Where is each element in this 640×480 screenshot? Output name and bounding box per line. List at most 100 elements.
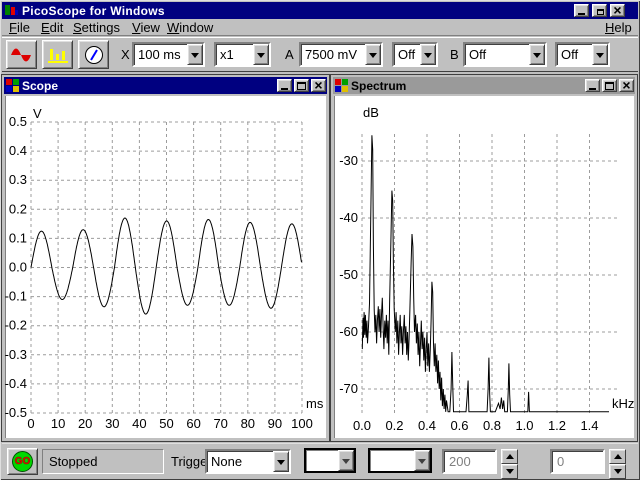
chevron-down-icon[interactable] — [273, 451, 289, 472]
y-tick-label: -60 — [339, 324, 358, 339]
menu-help[interactable]: Help — [605, 20, 632, 35]
channel-a-range-value: 7500 mV — [305, 47, 363, 62]
restore-icon — [597, 9, 604, 15]
meter-icon — [82, 45, 106, 65]
spectrum-titlebar[interactable]: Spectrum × — [333, 77, 635, 94]
spectrum-close-button[interactable]: × — [619, 79, 634, 92]
trigger-channel-select — [304, 448, 356, 473]
timebase-select[interactable]: 100 ms — [132, 42, 205, 67]
minimize-icon — [589, 88, 596, 90]
status-text: Stopped — [49, 454, 97, 469]
spectrum-plot-area: 0.00.20.40.60.81.01.21.4-30-40-50-60-70d… — [334, 96, 634, 438]
channel-b-mode-select[interactable]: Off — [555, 42, 610, 67]
chevron-down-icon[interactable] — [187, 44, 203, 65]
spin-down-button[interactable] — [501, 464, 518, 479]
app-icon — [5, 4, 18, 17]
trigger-delay-stepper — [609, 449, 626, 474]
y-tick-label: -70 — [339, 381, 358, 396]
spectrum-view-button[interactable] — [42, 40, 73, 69]
y-tick-label: -0.1 — [5, 289, 27, 304]
y-tick-label: -0.2 — [5, 318, 27, 333]
x-tick-label: 100 — [291, 416, 313, 431]
y-tick-label: -0.4 — [5, 376, 27, 391]
y-tick-label: -0.3 — [5, 347, 27, 362]
menu-view[interactable]: View — [132, 20, 160, 35]
maximize-icon — [297, 82, 306, 90]
scope-window-icon — [6, 79, 19, 92]
triangle-up-icon — [614, 450, 622, 459]
scope-titlebar[interactable]: Scope × — [4, 77, 327, 94]
spectrum-trace — [362, 135, 609, 412]
scope-maximize-button[interactable] — [294, 79, 309, 92]
meter-view-button[interactable] — [78, 40, 109, 69]
timebase-label: X — [121, 47, 130, 62]
y-tick-label: 0.0 — [9, 260, 27, 275]
channel-b-range-value: Off — [469, 47, 527, 62]
close-icon: × — [314, 80, 322, 91]
scope-plot: 01020304050607080901000.50.40.30.20.10.0… — [5, 96, 326, 438]
multiplier-select[interactable]: x1 — [214, 42, 271, 67]
spin-up-button[interactable] — [501, 449, 518, 464]
scope-minimize-button[interactable] — [277, 79, 292, 92]
x-tick-label: 40 — [132, 416, 146, 431]
x-tick-label: 60 — [186, 416, 200, 431]
x-tick-label: 1.0 — [515, 418, 533, 433]
triangle-down-icon — [614, 469, 622, 478]
trigger-mode-value: None — [211, 454, 271, 469]
y-axis-unit: V — [33, 106, 42, 121]
status-panel: Stopped — [42, 449, 164, 474]
spectrum-window-title: Spectrum — [351, 79, 406, 93]
multiplier-value: x1 — [220, 47, 251, 62]
scope-window: Scope × 01020304050607080901000.50.40.30… — [1, 74, 330, 442]
main-titlebar: PicoScope for Windows × — [2, 2, 638, 19]
x-tick-label: 1.2 — [548, 418, 566, 433]
x-tick-label: 70 — [213, 416, 227, 431]
y-tick-label: -50 — [339, 267, 358, 282]
scope-window-title: Scope — [22, 79, 58, 93]
channel-b-range-select[interactable]: Off — [463, 42, 547, 67]
chevron-down-icon[interactable] — [420, 44, 436, 65]
go-button[interactable]: GO — [7, 448, 38, 475]
menu-edit[interactable]: Edit — [41, 20, 63, 35]
channel-a-range-select[interactable]: 7500 mV — [299, 42, 383, 67]
scope-view-button[interactable] — [6, 40, 37, 69]
y-tick-label: 0.2 — [9, 201, 27, 216]
trigger-delay-field: 0 — [550, 449, 605, 474]
x-tick-label: 0 — [27, 416, 34, 431]
chevron-down-icon[interactable] — [592, 44, 608, 65]
y-tick-label: -30 — [339, 153, 358, 168]
close-button[interactable]: × — [610, 4, 625, 17]
restore-button[interactable] — [592, 4, 607, 17]
menu-window[interactable]: Window — [167, 20, 213, 35]
trigger-delay-value: 0 — [557, 454, 564, 469]
chevron-down-icon[interactable] — [529, 44, 545, 65]
channel-a-mode-value: Off — [398, 47, 418, 62]
y-tick-label: 0.5 — [9, 114, 27, 129]
menu-bar: File Edit Settings View Window Help — [2, 19, 638, 36]
minimize-icon — [281, 88, 288, 90]
trigger-mode-select[interactable]: None — [205, 449, 291, 474]
y-tick-label: -0.5 — [5, 405, 27, 420]
x-tick-label: 10 — [51, 416, 65, 431]
spin-up-button[interactable] — [609, 449, 626, 464]
chevron-down-icon[interactable] — [253, 44, 269, 65]
x-tick-label: 0.6 — [450, 418, 468, 433]
scope-close-button[interactable]: × — [311, 79, 326, 92]
y-tick-label: 0.3 — [9, 172, 27, 187]
minimize-button[interactable] — [574, 4, 589, 17]
spectrum-minimize-button[interactable] — [585, 79, 600, 92]
menu-settings[interactable]: Settings — [73, 20, 120, 35]
chevron-down-icon — [414, 450, 430, 471]
chevron-down-icon[interactable] — [365, 44, 381, 65]
go-label: GO — [15, 456, 31, 467]
y-tick-label: -40 — [339, 210, 358, 225]
menu-file[interactable]: File — [9, 20, 30, 35]
spectrum-maximize-button[interactable] — [602, 79, 617, 92]
channel-a-mode-select[interactable]: Off — [392, 42, 438, 67]
x-tick-label: 1.4 — [580, 418, 598, 433]
spin-down-button[interactable] — [609, 464, 626, 479]
triangle-down-icon — [506, 469, 514, 478]
triangle-up-icon — [506, 450, 514, 459]
status-bar: GO Stopped Trigger None 200 0 — [2, 443, 638, 478]
channel-b-mode-value: Off — [561, 47, 590, 62]
